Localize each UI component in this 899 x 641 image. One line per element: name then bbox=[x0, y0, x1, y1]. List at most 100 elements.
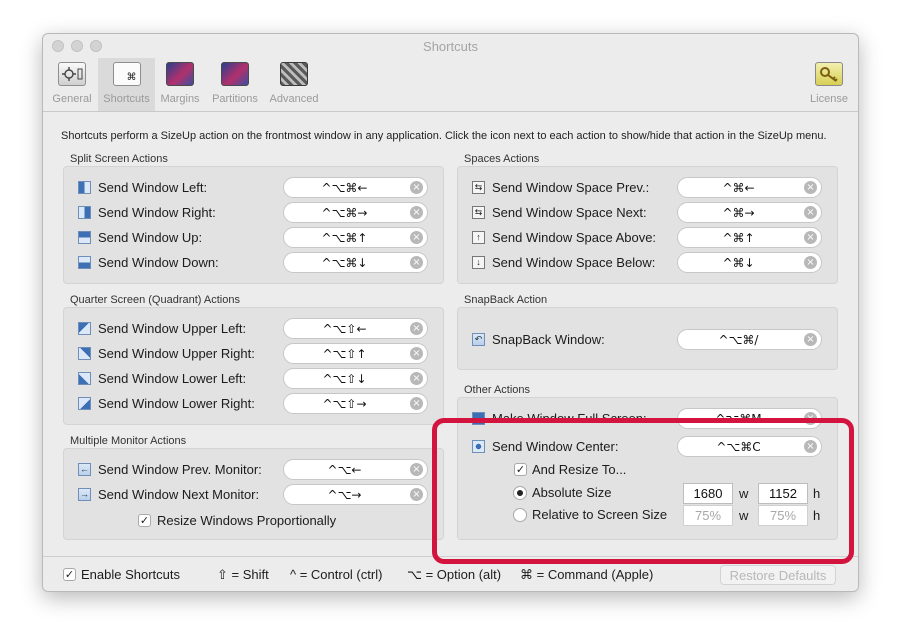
shortcut-field[interactable]: ^⌘↓ × bbox=[677, 252, 822, 273]
clear-icon[interactable]: × bbox=[410, 231, 423, 244]
shortcut-field[interactable]: ^⌥⌘↓ × bbox=[283, 252, 428, 273]
action-label: Send Window Space Next: bbox=[492, 205, 647, 220]
action-label: SnapBack Window: bbox=[492, 332, 605, 347]
shortcut-field[interactable]: ^⌥⌘/ × bbox=[677, 329, 822, 350]
clear-icon[interactable]: × bbox=[804, 181, 817, 194]
enable-shortcuts-checkbox[interactable]: ✓ bbox=[63, 568, 76, 581]
space-next-icon[interactable]: ⇆ bbox=[472, 206, 485, 219]
tab-license-label: License bbox=[810, 93, 848, 105]
tab-general-label: General bbox=[52, 93, 92, 105]
shortcut-field[interactable]: ^⌥⌘← × bbox=[283, 177, 428, 198]
clear-icon[interactable]: × bbox=[410, 181, 423, 194]
resize-proportionally-label: Resize Windows Proportionally bbox=[157, 513, 337, 528]
shortcut-text: ^⌥⇧↑ bbox=[322, 347, 367, 361]
spaces-panel: ⇆ Send Window Space Prev.: ^⌘← × ⇆ Send … bbox=[457, 166, 838, 284]
shortcut-field[interactable]: ^⌥⌘→ × bbox=[283, 202, 428, 223]
clear-icon[interactable]: × bbox=[410, 372, 423, 385]
action-label: Send Window Lower Left: bbox=[98, 371, 247, 386]
action-label: Send Window Space Above: bbox=[492, 230, 657, 245]
partitions-icon bbox=[221, 62, 249, 86]
advanced-icon bbox=[280, 62, 308, 86]
clear-icon[interactable]: × bbox=[804, 256, 817, 269]
window-lower-right-icon[interactable] bbox=[78, 397, 91, 410]
clear-icon[interactable]: × bbox=[804, 231, 817, 244]
action-label: Send Window Right: bbox=[98, 205, 216, 220]
shortcut-field[interactable]: ^⌘→ × bbox=[677, 202, 822, 223]
shortcut-field[interactable]: ^⌥⇧← × bbox=[283, 318, 428, 339]
shortcut-field[interactable]: ^⌥← × bbox=[283, 459, 428, 480]
toolbar: General ⌘ Shortcuts Margins Partitions A… bbox=[43, 58, 858, 112]
description-text: Shortcuts perform a SizeUp action on the… bbox=[61, 130, 827, 142]
shortcut-text: ^⌥⌘→ bbox=[321, 206, 368, 220]
next-monitor-icon[interactable]: → bbox=[78, 488, 91, 501]
shortcut-text: ^⌥⌘← bbox=[321, 181, 368, 195]
quarter-screen-panel: Send Window Upper Left: ^⌥⇧← × Send Wind… bbox=[63, 307, 444, 425]
title-bar: Shortcuts bbox=[43, 34, 858, 58]
margins-icon bbox=[166, 62, 194, 86]
snapback-title: SnapBack Action bbox=[464, 294, 548, 306]
window-down-icon[interactable] bbox=[78, 256, 91, 269]
clear-icon[interactable]: × bbox=[804, 333, 817, 346]
action-label: Send Window Lower Right: bbox=[98, 396, 255, 411]
action-label: Send Window Prev. Monitor: bbox=[98, 462, 262, 477]
action-label: Send Window Down: bbox=[98, 255, 219, 270]
clear-icon[interactable]: × bbox=[804, 206, 817, 219]
key-icon bbox=[815, 62, 843, 86]
clear-icon[interactable]: × bbox=[410, 397, 423, 410]
tab-shortcuts[interactable]: ⌘ Shortcuts bbox=[98, 58, 155, 111]
window-right-icon[interactable] bbox=[78, 206, 91, 219]
shortcut-text: ^⌥⌘/ bbox=[718, 333, 759, 347]
spaces-title: Spaces Actions bbox=[464, 153, 540, 165]
action-label: Send Window Upper Right: bbox=[98, 346, 255, 361]
resize-proportionally-checkbox[interactable]: ✓ bbox=[138, 514, 151, 527]
snapback-icon[interactable]: ↶ bbox=[472, 333, 485, 346]
clear-icon[interactable]: × bbox=[410, 463, 423, 476]
window-lower-left-icon[interactable] bbox=[78, 372, 91, 385]
space-below-icon[interactable]: ↓ bbox=[472, 256, 485, 269]
multi-monitor-panel: ← Send Window Prev. Monitor: ^⌥← × → Sen… bbox=[63, 448, 444, 540]
window-title: Shortcuts bbox=[423, 39, 478, 54]
tab-license[interactable]: License bbox=[805, 58, 853, 111]
shortcut-text: ^⌥⌘↓ bbox=[321, 256, 368, 270]
shortcut-field[interactable]: ^⌥⇧↓ × bbox=[283, 368, 428, 389]
shortcut-field[interactable]: ^⌥⌘↑ × bbox=[283, 227, 428, 248]
window-up-icon[interactable] bbox=[78, 231, 91, 244]
window-upper-left-icon[interactable] bbox=[78, 322, 91, 335]
tab-advanced[interactable]: Advanced bbox=[265, 58, 323, 111]
clear-icon[interactable]: × bbox=[410, 206, 423, 219]
clear-icon[interactable]: × bbox=[410, 488, 423, 501]
tab-advanced-label: Advanced bbox=[269, 93, 319, 105]
shortcut-text: ^⌘↑ bbox=[722, 231, 755, 245]
shortcut-field[interactable]: ^⌘↑ × bbox=[677, 227, 822, 248]
tab-shortcuts-label: Shortcuts bbox=[103, 93, 150, 105]
shortcut-field[interactable]: ^⌥→ × bbox=[283, 484, 428, 505]
clear-icon[interactable]: × bbox=[410, 347, 423, 360]
tab-general[interactable]: General bbox=[49, 58, 95, 111]
tab-margins[interactable]: Margins bbox=[157, 58, 203, 111]
space-above-icon[interactable]: ↑ bbox=[472, 231, 485, 244]
space-prev-icon[interactable]: ⇆ bbox=[472, 181, 485, 194]
shortcut-text: ^⌘→ bbox=[722, 206, 755, 220]
action-label: Send Window Left: bbox=[98, 180, 208, 195]
clear-icon[interactable]: × bbox=[410, 256, 423, 269]
split-screen-title: Split Screen Actions bbox=[70, 153, 168, 165]
action-label: Send Window Up: bbox=[98, 230, 203, 245]
prev-monitor-icon[interactable]: ← bbox=[78, 463, 91, 476]
action-label: Send Window Upper Left: bbox=[98, 321, 247, 336]
keyboard-shortcut-icon: ⌘ bbox=[112, 62, 141, 86]
shortcut-field[interactable]: ^⌥⇧↑ × bbox=[283, 343, 428, 364]
window-left-icon[interactable] bbox=[78, 181, 91, 194]
other-actions-title: Other Actions bbox=[464, 384, 531, 396]
multi-monitor-title: Multiple Monitor Actions bbox=[70, 435, 187, 447]
tab-partitions[interactable]: Partitions bbox=[207, 58, 263, 111]
action-label: Send Window Space Prev.: bbox=[492, 180, 650, 195]
quarter-screen-title: Quarter Screen (Quadrant) Actions bbox=[70, 294, 240, 306]
shortcut-field[interactable]: ^⌥⇧→ × bbox=[283, 393, 428, 414]
clear-icon[interactable]: × bbox=[410, 322, 423, 335]
tab-partitions-label: Partitions bbox=[212, 93, 258, 105]
shortcut-field[interactable]: ^⌘← × bbox=[677, 177, 822, 198]
action-label: Send Window Next Monitor: bbox=[98, 487, 260, 502]
control-legend: ^ = Control (ctrl) bbox=[290, 567, 383, 582]
window-upper-right-icon[interactable] bbox=[78, 347, 91, 360]
restore-defaults-button[interactable]: Restore Defaults bbox=[720, 565, 836, 585]
